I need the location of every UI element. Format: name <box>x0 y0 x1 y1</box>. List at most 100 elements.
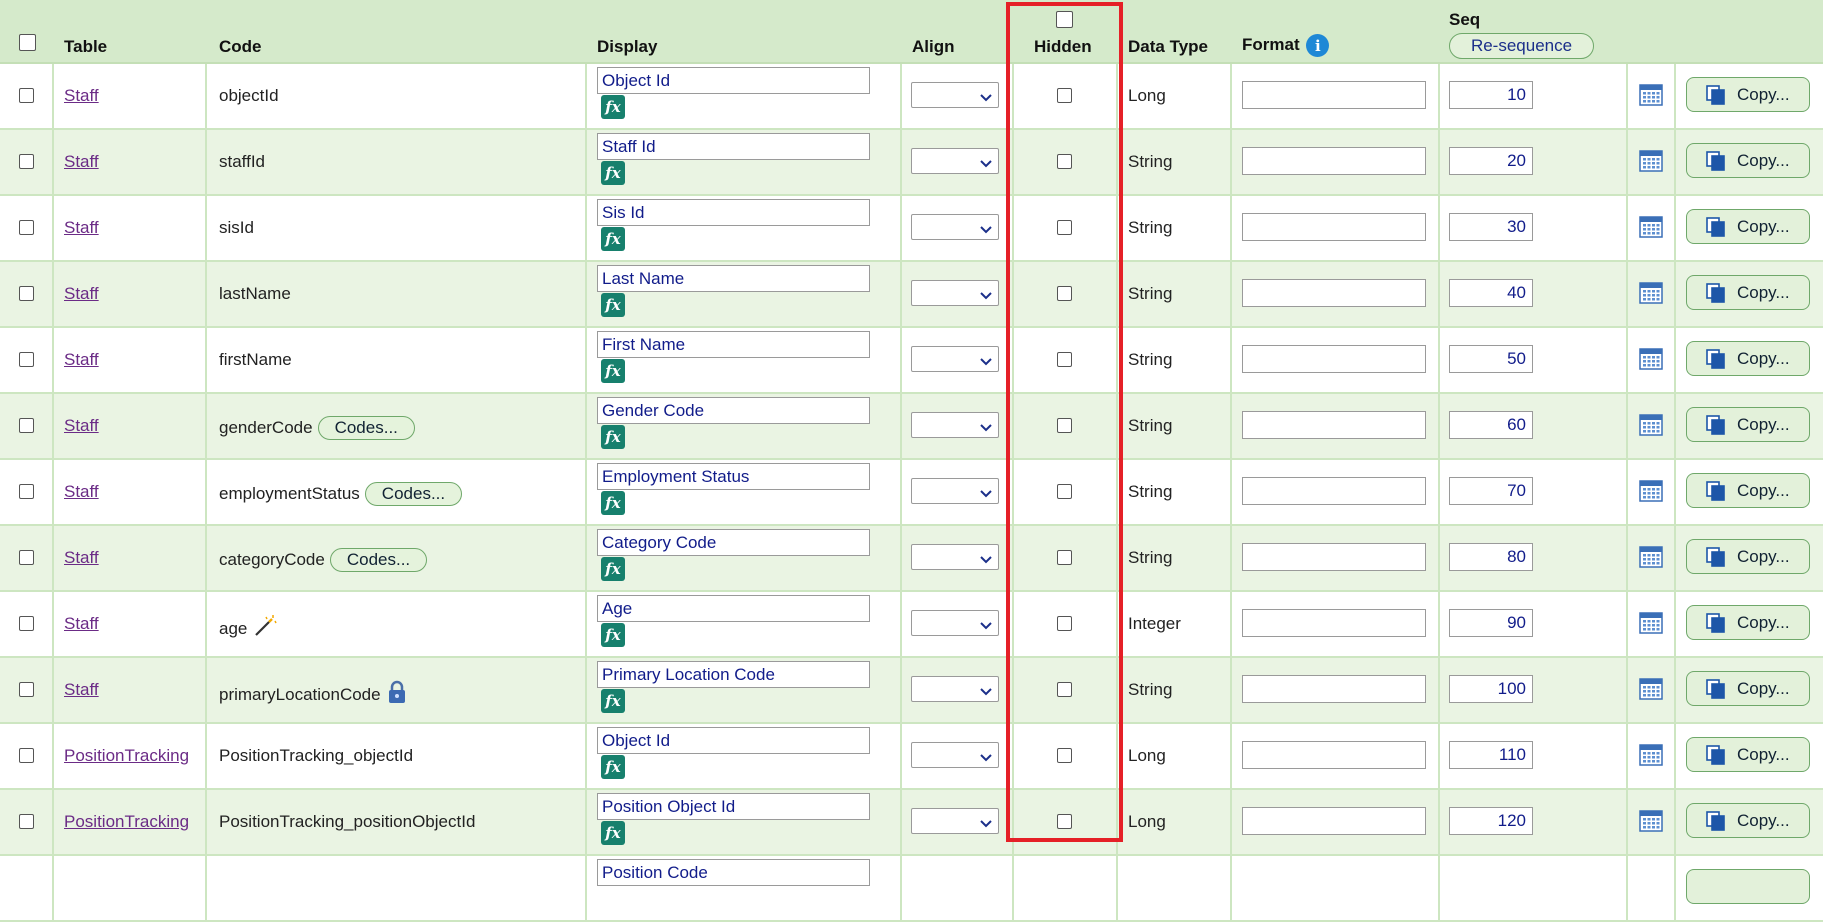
select-all-checkbox[interactable] <box>19 34 36 51</box>
display-input[interactable]: Category Code <box>597 529 870 556</box>
fx-icon[interactable]: fx <box>601 755 625 779</box>
format-input[interactable] <box>1242 213 1426 241</box>
table-link[interactable]: Staff <box>64 152 99 172</box>
display-input[interactable]: Object Id <box>597 727 870 754</box>
display-input[interactable]: Primary Location Code <box>597 661 870 688</box>
hidden-checkbox[interactable] <box>1057 484 1072 499</box>
display-input[interactable]: Position Object Id <box>597 793 870 820</box>
calendar-icon[interactable] <box>1639 612 1663 639</box>
hide-all-checkbox[interactable] <box>1056 11 1073 28</box>
align-select[interactable] <box>911 742 999 768</box>
copy-button[interactable]: Copy... <box>1686 143 1810 178</box>
seq-input[interactable]: 30 <box>1449 213 1533 241</box>
fx-icon[interactable]: fx <box>601 821 625 845</box>
calendar-icon[interactable] <box>1639 150 1663 177</box>
display-input[interactable]: Gender Code <box>597 397 870 424</box>
table-link[interactable]: Staff <box>64 416 99 436</box>
align-select[interactable] <box>911 280 999 306</box>
align-select[interactable] <box>911 82 999 108</box>
hidden-checkbox[interactable] <box>1057 220 1072 235</box>
hidden-checkbox[interactable] <box>1057 748 1072 763</box>
fx-icon[interactable]: fx <box>601 161 625 185</box>
fx-icon[interactable]: fx <box>601 425 625 449</box>
hidden-checkbox[interactable] <box>1057 154 1072 169</box>
copy-button[interactable] <box>1686 869 1810 904</box>
copy-button[interactable]: Copy... <box>1686 803 1810 838</box>
row-select-checkbox[interactable] <box>19 682 34 697</box>
row-select-checkbox[interactable] <box>19 814 34 829</box>
format-input[interactable] <box>1242 675 1426 703</box>
table-link[interactable]: Staff <box>64 614 99 634</box>
hidden-checkbox[interactable] <box>1057 88 1072 103</box>
calendar-icon[interactable] <box>1639 216 1663 243</box>
fx-icon[interactable]: fx <box>601 293 625 317</box>
format-input[interactable] <box>1242 477 1426 505</box>
table-link[interactable]: Staff <box>64 350 99 370</box>
table-link[interactable]: Staff <box>64 86 99 106</box>
fx-icon[interactable]: fx <box>601 95 625 119</box>
table-link[interactable]: Staff <box>64 218 99 238</box>
align-select[interactable] <box>911 346 999 372</box>
copy-button[interactable]: Copy... <box>1686 77 1810 112</box>
align-select[interactable] <box>911 214 999 240</box>
copy-button[interactable]: Copy... <box>1686 473 1810 508</box>
seq-input[interactable]: 10 <box>1449 81 1533 109</box>
display-input[interactable]: First Name <box>597 331 870 358</box>
table-link[interactable]: PositionTracking <box>64 812 189 832</box>
codes-button[interactable]: Codes... <box>317 416 415 440</box>
format-input[interactable] <box>1242 147 1426 175</box>
format-input[interactable] <box>1242 411 1426 439</box>
fx-icon[interactable]: fx <box>601 359 625 383</box>
format-input[interactable] <box>1242 543 1426 571</box>
hidden-checkbox[interactable] <box>1057 550 1072 565</box>
display-input[interactable]: Last Name <box>597 265 870 292</box>
seq-input[interactable]: 90 <box>1449 609 1533 637</box>
copy-button[interactable]: Copy... <box>1686 671 1810 706</box>
copy-button[interactable]: Copy... <box>1686 407 1810 442</box>
align-select[interactable] <box>911 676 999 702</box>
align-select[interactable] <box>911 610 999 636</box>
seq-input[interactable]: 80 <box>1449 543 1533 571</box>
row-select-checkbox[interactable] <box>19 748 34 763</box>
row-select-checkbox[interactable] <box>19 550 34 565</box>
fx-icon[interactable]: fx <box>601 689 625 713</box>
copy-button[interactable]: Copy... <box>1686 605 1810 640</box>
calendar-icon[interactable] <box>1639 678 1663 705</box>
row-select-checkbox[interactable] <box>19 286 34 301</box>
align-select[interactable] <box>911 808 999 834</box>
copy-button[interactable]: Copy... <box>1686 737 1810 772</box>
format-input[interactable] <box>1242 807 1426 835</box>
display-input[interactable]: Object Id <box>597 67 870 94</box>
table-link[interactable]: Staff <box>64 680 99 700</box>
row-select-checkbox[interactable] <box>19 352 34 367</box>
copy-button[interactable]: Copy... <box>1686 341 1810 376</box>
format-input[interactable] <box>1242 81 1426 109</box>
row-select-checkbox[interactable] <box>19 220 34 235</box>
display-input[interactable]: Age <box>597 595 870 622</box>
resequence-button[interactable]: Re-sequence <box>1449 33 1594 59</box>
seq-input[interactable]: 100 <box>1449 675 1533 703</box>
codes-button[interactable]: Codes... <box>329 548 428 572</box>
calendar-icon[interactable] <box>1639 546 1663 573</box>
fx-icon[interactable]: fx <box>601 491 625 515</box>
info-icon[interactable]: i <box>1306 34 1330 57</box>
calendar-icon[interactable] <box>1639 282 1663 309</box>
row-select-checkbox[interactable] <box>19 418 34 433</box>
align-select[interactable] <box>911 544 999 570</box>
display-input[interactable]: Position Code <box>597 859 870 886</box>
seq-input[interactable]: 50 <box>1449 345 1533 373</box>
row-select-checkbox[interactable] <box>19 88 34 103</box>
codes-button[interactable]: Codes... <box>364 482 463 506</box>
calendar-icon[interactable] <box>1639 744 1663 771</box>
display-input[interactable]: Staff Id <box>597 133 870 160</box>
align-select[interactable] <box>911 412 999 438</box>
seq-input[interactable]: 110 <box>1449 741 1533 769</box>
copy-button[interactable]: Copy... <box>1686 539 1810 574</box>
magic-wand-icon[interactable] <box>253 614 278 643</box>
copy-button[interactable]: Copy... <box>1686 275 1810 310</box>
calendar-icon[interactable] <box>1639 84 1663 111</box>
format-input[interactable] <box>1242 609 1426 637</box>
calendar-icon[interactable] <box>1639 810 1663 837</box>
fx-icon[interactable]: fx <box>601 227 625 251</box>
fx-icon[interactable]: fx <box>601 557 625 581</box>
